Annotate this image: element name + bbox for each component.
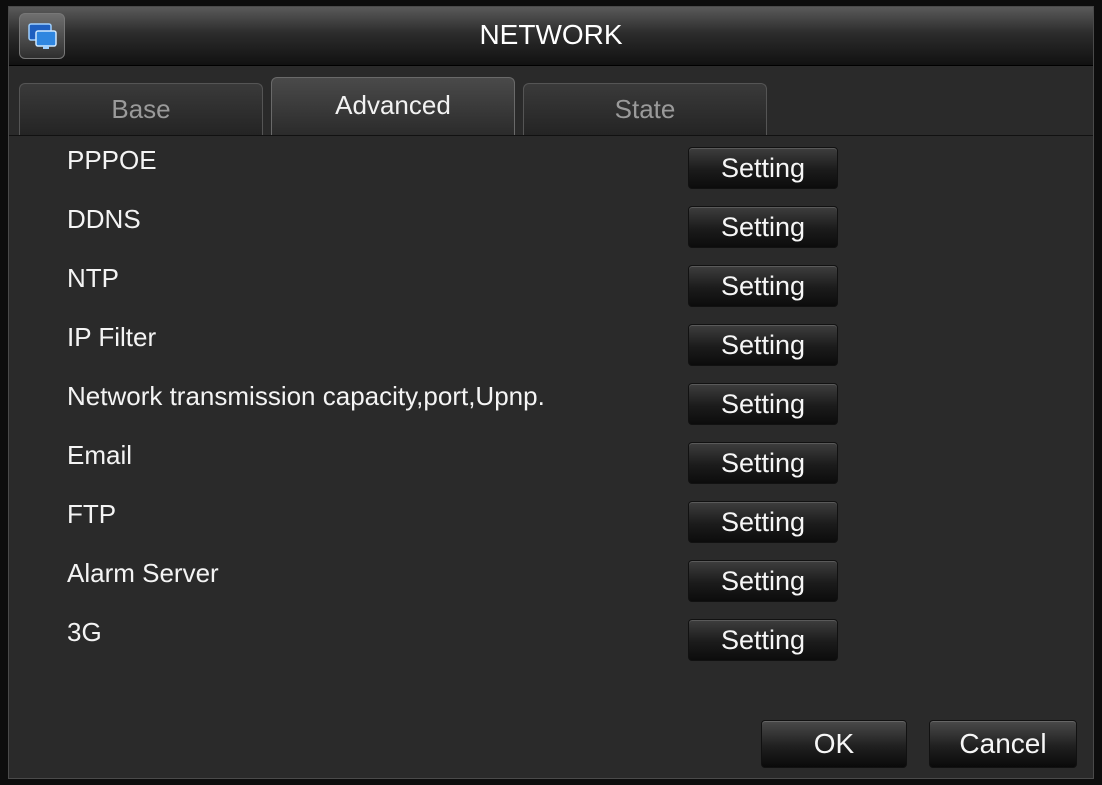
alarm-server-setting-button[interactable]: Setting — [688, 560, 838, 602]
row-network-transmission: Network transmission capacity,port,Upnp.… — [9, 373, 1093, 431]
ntp-setting-button[interactable]: Setting — [688, 265, 838, 307]
row-label: IP Filter — [67, 322, 157, 352]
network-transmission-setting-button[interactable]: Setting — [688, 383, 838, 425]
row-ip-filter: IP Filter Setting — [9, 314, 1093, 372]
row-label: Email — [67, 440, 133, 470]
row-label: Alarm Server — [67, 558, 219, 588]
3g-setting-button[interactable]: Setting — [688, 619, 838, 661]
row-3g: 3G Setting — [9, 609, 1093, 667]
window-title: NETWORK — [479, 19, 623, 50]
email-setting-button[interactable]: Setting — [688, 442, 838, 484]
row-label: PPPOE — [67, 145, 157, 175]
ip-filter-setting-button[interactable]: Setting — [688, 324, 838, 366]
row-label: NTP — [67, 263, 119, 293]
pppoe-setting-button[interactable]: Setting — [688, 147, 838, 189]
row-label: 3G — [67, 617, 102, 647]
row-ntp: NTP Setting — [9, 255, 1093, 313]
tab-strip: Base Advanced State — [9, 69, 1093, 136]
tab-advanced[interactable]: Advanced — [271, 77, 515, 135]
row-alarm-server: Alarm Server Setting — [9, 550, 1093, 608]
network-dialog: NETWORK Base Advanced State PPPOE Settin… — [8, 6, 1094, 779]
row-label: FTP — [67, 499, 117, 529]
tab-state[interactable]: State — [523, 83, 767, 135]
row-email: Email Setting — [9, 432, 1093, 490]
tab-base[interactable]: Base — [19, 83, 263, 135]
ok-button[interactable]: OK — [761, 720, 907, 768]
cancel-button[interactable]: Cancel — [929, 720, 1077, 768]
row-label: DDNS — [67, 204, 141, 234]
ftp-setting-button[interactable]: Setting — [688, 501, 838, 543]
row-pppoe: PPPOE Setting — [9, 137, 1093, 195]
row-ddns: DDNS Setting — [9, 196, 1093, 254]
row-label: Network transmission capacity,port,Upnp. — [67, 381, 545, 411]
row-ftp: FTP Setting — [9, 491, 1093, 549]
ddns-setting-button[interactable]: Setting — [688, 206, 838, 248]
title-bar: NETWORK — [9, 7, 1093, 66]
